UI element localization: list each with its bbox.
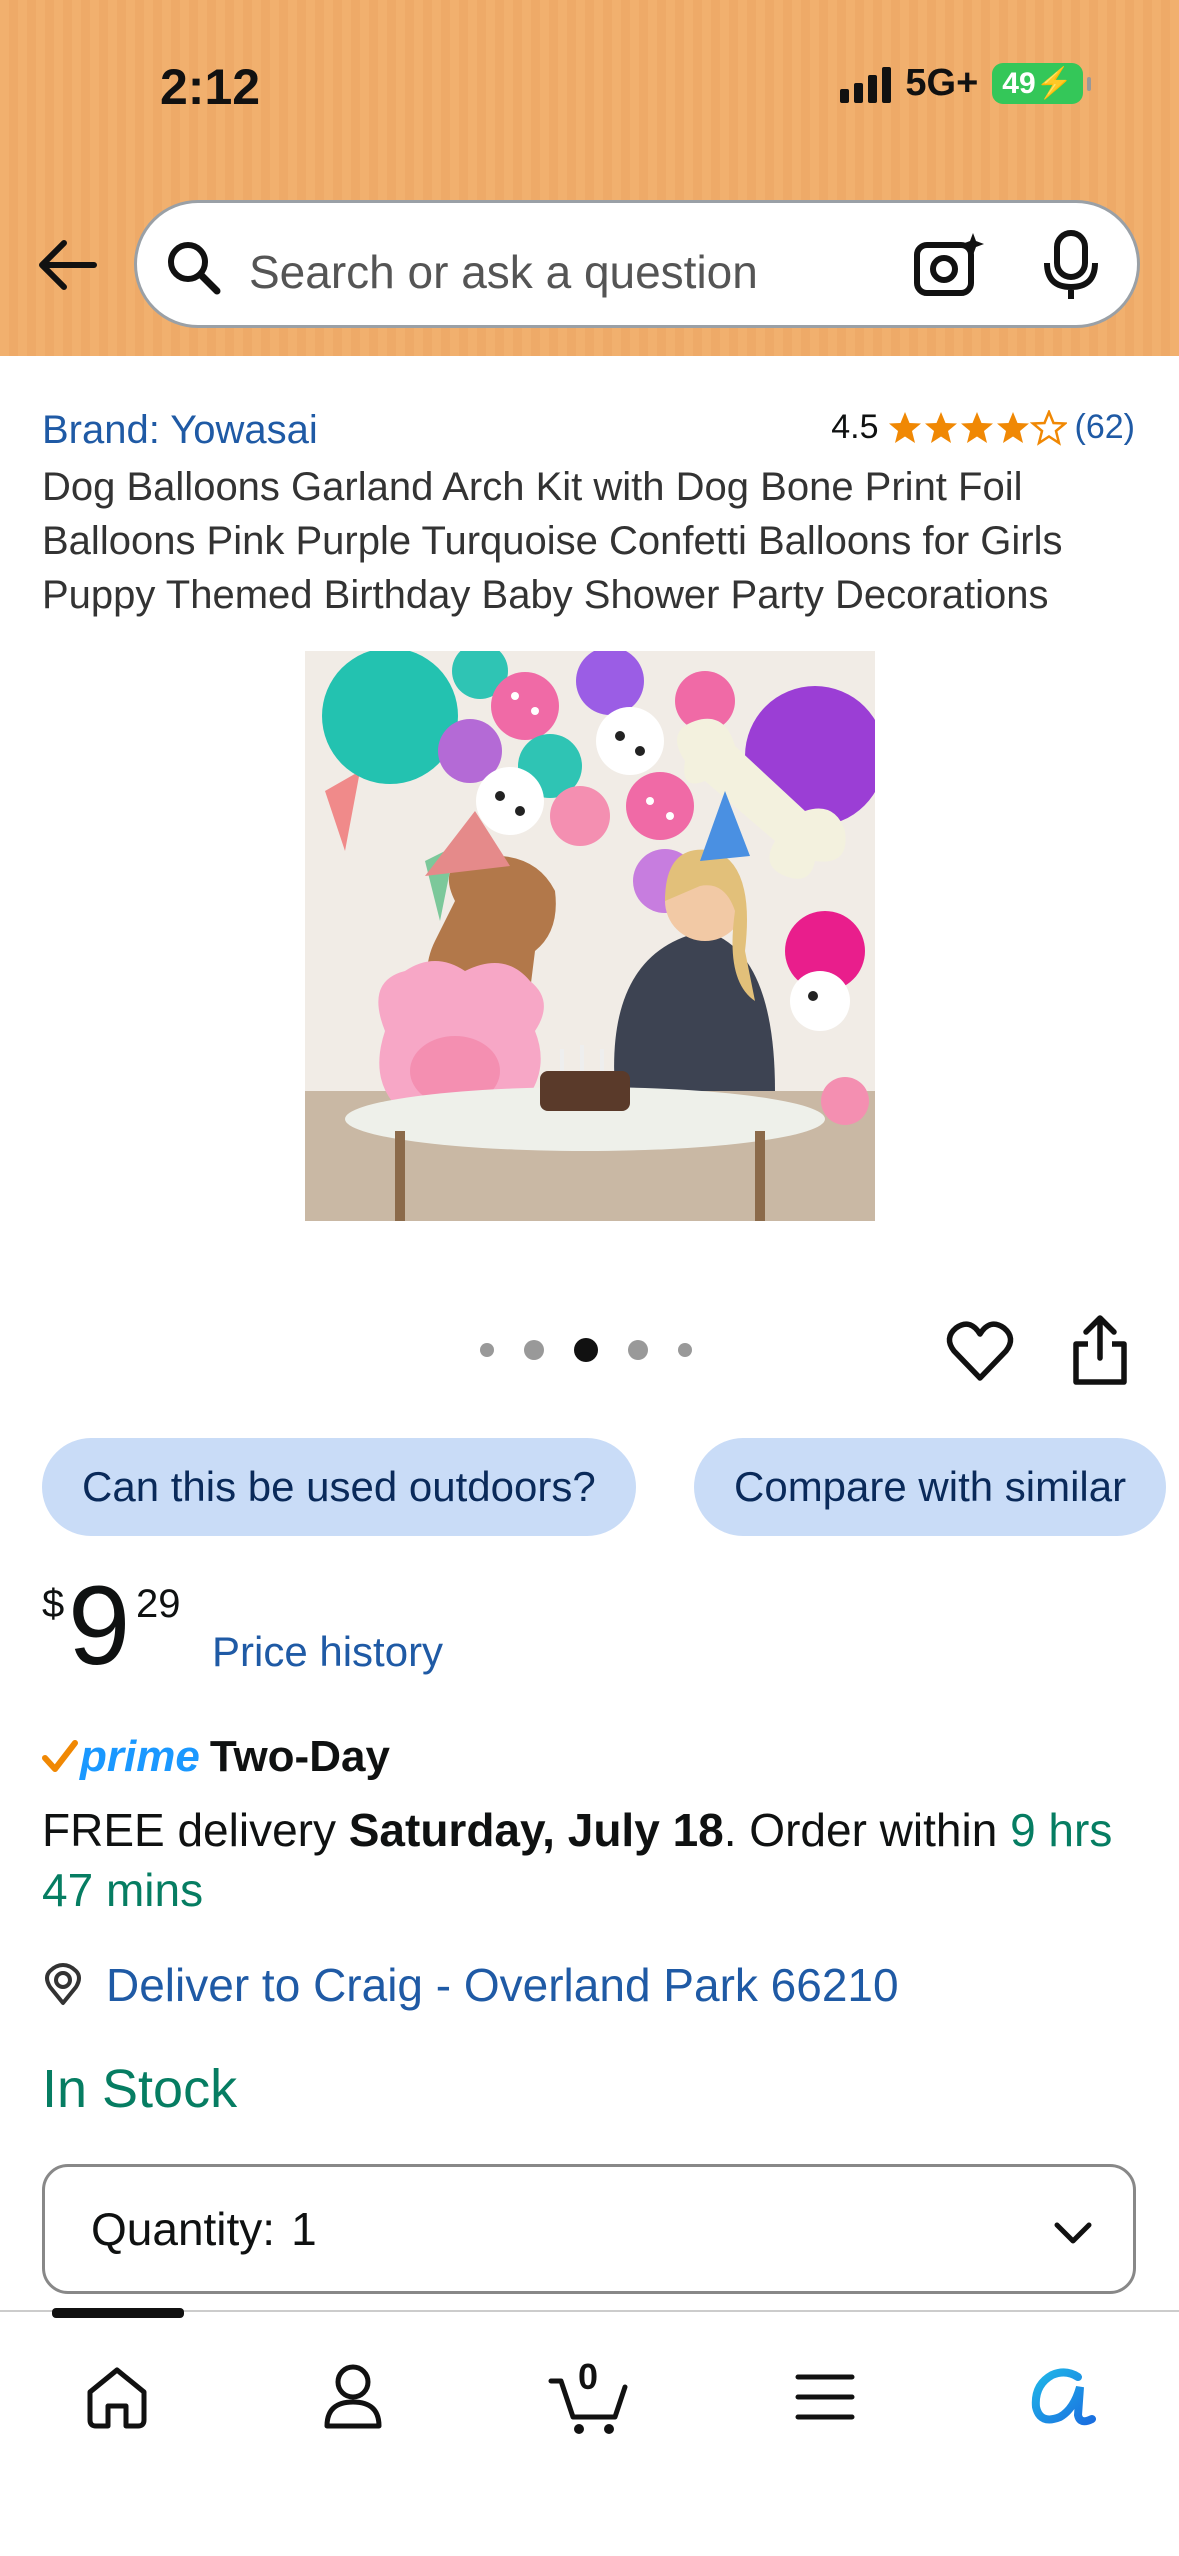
product-title: Dog Balloons Garland Arch Kit with Dog B… <box>42 465 1063 617</box>
nav-account[interactable] <box>308 2352 398 2442</box>
nav-rufus[interactable] <box>1016 2352 1106 2442</box>
price-symbol: $ <box>42 1582 65 1626</box>
delivery-info: FREE delivery Saturday, July 18. Order w… <box>42 1800 1142 1920</box>
chip-compare-similar[interactable]: Compare with similar <box>694 1438 1167 1536</box>
account-icon <box>324 2364 382 2429</box>
delivery-date: Saturday, July 18 <box>348 1804 724 1856</box>
rating-value: 4.5 <box>831 408 879 446</box>
price-fraction: 29 <box>136 1582 181 1626</box>
nav-active-indicator <box>52 2308 184 2318</box>
prime-label: prime <box>80 1732 200 1781</box>
product-photo <box>305 651 875 1221</box>
bottom-nav: 0 <box>0 2308 1179 2556</box>
heart-icon[interactable] <box>946 1318 1014 1386</box>
rating[interactable]: 4.5 (62) <box>831 408 1135 447</box>
battery-icon: 49⚡ <box>992 63 1091 104</box>
quantity-value: 1 <box>291 2203 317 2255</box>
brand-link[interactable]: Brand: Yowasai <box>42 408 318 453</box>
product-image[interactable] <box>305 651 875 1221</box>
nav-home[interactable] <box>72 2352 162 2442</box>
menu-icon <box>795 2374 855 2420</box>
carousel-dot[interactable] <box>628 1340 648 1360</box>
status-time: 2:12 <box>160 59 261 115</box>
carousel-dot[interactable] <box>678 1343 692 1357</box>
star-rating <box>887 410 1067 446</box>
delivery-order-within: . Order within <box>723 1804 1011 1856</box>
nav-cart[interactable]: 0 <box>544 2352 634 2442</box>
search-bar[interactable]: Search or ask a question <box>134 200 1140 328</box>
deliver-to-location[interactable]: Deliver to Craig - Overland Park 66210 <box>42 1958 899 2012</box>
back-arrow-icon[interactable] <box>34 230 104 300</box>
search-input[interactable]: Search or ask a question <box>249 245 758 299</box>
nav-menu[interactable] <box>780 2352 870 2442</box>
rating-count[interactable]: (62) <box>1075 408 1135 447</box>
camera-search-icon[interactable] <box>913 231 985 299</box>
price-whole: 9 <box>68 1563 131 1688</box>
mic-icon[interactable] <box>1041 229 1101 303</box>
image-carousel-dots[interactable] <box>480 1338 692 1362</box>
carousel-dot[interactable] <box>524 1340 544 1360</box>
signal-icon <box>840 65 892 103</box>
prime-check-icon <box>42 1740 78 1772</box>
chevron-down-icon <box>1054 2222 1092 2244</box>
prime-speed: Two-Day <box>209 1732 390 1781</box>
stars-icon <box>888 410 1066 444</box>
rufus-icon <box>1031 2368 1096 2426</box>
location-pin-icon <box>45 1963 81 2005</box>
battery-level: 49 <box>1002 67 1036 100</box>
home-icon <box>87 2367 147 2429</box>
chip-outdoors-question[interactable]: Can this be used outdoors? <box>42 1438 636 1536</box>
carousel-dot-active[interactable] <box>574 1338 598 1362</box>
header: 2:12 5G+ 49⚡ Search or ask a question <box>0 0 1179 356</box>
price-history-link[interactable]: Price history <box>212 1628 443 1676</box>
search-icon <box>168 242 221 295</box>
quantity-selector[interactable]: Quantity: 1 <box>42 2164 1136 2294</box>
quantity-label: Quantity: <box>91 2203 276 2255</box>
status-icons: 5G+ 49⚡ <box>840 62 1091 105</box>
network-type: 5G+ <box>905 62 979 104</box>
cart-count: 0 <box>578 2356 599 2397</box>
carousel-dot[interactable] <box>480 1343 494 1357</box>
share-icon[interactable] <box>1068 1312 1132 1388</box>
prime-badge: prime Two-Day <box>42 1732 390 1782</box>
stock-status: In Stock <box>42 2059 238 2119</box>
delivery-prefix: FREE delivery <box>42 1804 349 1856</box>
location-text[interactable]: Deliver to Craig - Overland Park 66210 <box>106 1958 899 2012</box>
